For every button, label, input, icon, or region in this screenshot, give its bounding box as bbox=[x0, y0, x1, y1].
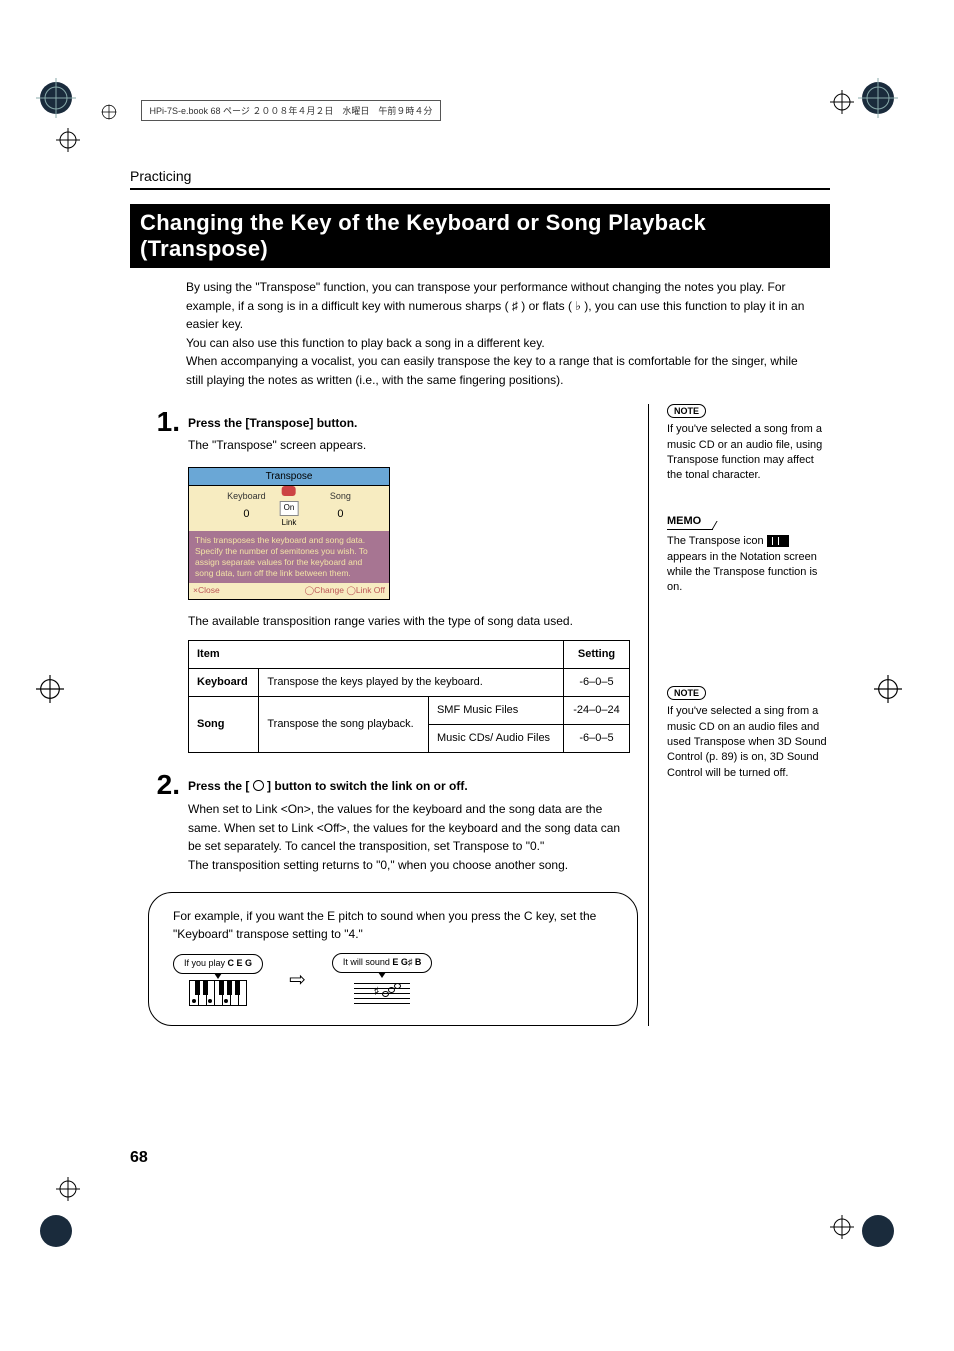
step-1: 1. Press the [Transpose] button. The "Tr… bbox=[130, 408, 630, 754]
step-heading: Press the [ ] button to switch the link … bbox=[188, 771, 630, 796]
screen-keyboard-label: Keyboard bbox=[227, 490, 266, 504]
example-text: For example, if you want the E pitch to … bbox=[173, 907, 613, 943]
intro-para: By using the "Transpose" function, you c… bbox=[186, 278, 806, 334]
example-box: For example, if you want the E pitch to … bbox=[148, 892, 638, 1026]
screen-linkoff: ◯Link Off bbox=[346, 585, 385, 595]
screen-song-value: 0 bbox=[330, 506, 351, 523]
table-cell: Song bbox=[189, 697, 259, 753]
screen-close: ×Close bbox=[193, 584, 220, 597]
transpose-range-table: Item Setting Keyboard Transpose the keys… bbox=[188, 640, 630, 753]
main-column: 1. Press the [Transpose] button. The "Tr… bbox=[130, 404, 649, 1026]
step-2: 2. Press the [ ] button to switch the li… bbox=[130, 771, 630, 874]
screen-link-icon: On Link bbox=[280, 486, 299, 529]
example-play-bubble: If you play C E G bbox=[173, 954, 263, 974]
memo-badge: MEMO bbox=[667, 514, 713, 530]
table-cell: Keyboard bbox=[189, 669, 259, 697]
screen-link-on: On bbox=[280, 501, 299, 515]
screen-description: This transposes the keyboard and song da… bbox=[189, 531, 389, 583]
arrow-right-icon: ⇨ bbox=[289, 965, 306, 995]
crop-mark-tr bbox=[858, 78, 898, 118]
table-cell: Transpose the keys played by the keyboar… bbox=[259, 669, 564, 697]
step-text: The "Transpose" screen appears. bbox=[188, 436, 630, 455]
intro-para: You can also use this function to play b… bbox=[186, 334, 806, 353]
note-badge: NOTE bbox=[667, 404, 706, 419]
crop-mark-bl bbox=[36, 1211, 76, 1251]
table-cell: -6–0–5 bbox=[564, 669, 630, 697]
page-number: 68 bbox=[130, 1149, 148, 1167]
screen-title: Transpose bbox=[189, 468, 389, 487]
transpose-icon bbox=[767, 535, 789, 547]
table-cell: Music CDs/ Audio Files bbox=[428, 725, 563, 753]
step-text: The transposition setting returns to "0,… bbox=[188, 856, 630, 875]
register-mark bbox=[874, 675, 902, 703]
table-cell: SMF Music Files bbox=[428, 697, 563, 725]
intro-para: When accompanying a vocalist, you can ea… bbox=[186, 352, 806, 389]
sidebar-column: NOTE If you've selected a song from a mu… bbox=[649, 404, 830, 1026]
circle-button-icon bbox=[253, 780, 264, 791]
register-mark bbox=[36, 675, 64, 703]
step-caption: The available transposition range varies… bbox=[188, 612, 630, 631]
table-cell: Transpose the song playback. bbox=[259, 697, 429, 753]
intro-text: By using the "Transpose" function, you c… bbox=[186, 278, 806, 390]
register-mark bbox=[830, 1215, 854, 1239]
note-badge: NOTE bbox=[667, 686, 706, 701]
sidebar-text: If you've selected a song from a music C… bbox=[667, 422, 830, 484]
table-header-setting: Setting bbox=[564, 641, 630, 669]
example-sound-bubble: It will sound E G♯ B bbox=[332, 953, 433, 973]
step-number: 2. bbox=[130, 771, 188, 874]
screen-link-label: Link bbox=[280, 517, 299, 529]
step-heading: Press the [Transpose] button. bbox=[188, 408, 630, 433]
table-header-item: Item bbox=[189, 641, 564, 669]
sidebar-note: NOTE If you've selected a song from a mu… bbox=[667, 404, 830, 484]
sidebar-memo: MEMO The Transpose icon appears in the N… bbox=[667, 514, 830, 596]
sidebar-text: If you've selected a sing from a music C… bbox=[667, 704, 830, 781]
crop-mark-br bbox=[858, 1211, 898, 1251]
register-mark bbox=[56, 128, 80, 152]
piano-icon bbox=[189, 980, 247, 1006]
register-mark bbox=[56, 1177, 80, 1201]
page-title: Changing the Key of the Keyboard or Song… bbox=[130, 204, 830, 268]
section-label: Practicing bbox=[130, 168, 830, 184]
crop-mark-tl bbox=[36, 78, 76, 118]
print-header: HPi-7S-e.book 68 ページ ２００８年４月２日 水曜日 午前９時４… bbox=[100, 100, 854, 121]
music-staff-icon: ♯ bbox=[354, 979, 410, 1007]
step-number: 1. bbox=[130, 408, 188, 754]
sidebar-note: NOTE If you've selected a sing from a mu… bbox=[667, 686, 830, 782]
step-text: When set to Link <On>, the values for th… bbox=[188, 800, 630, 856]
print-header-text: HPi-7S-e.book 68 ページ ２００８年４月２日 水曜日 午前９時４… bbox=[141, 100, 442, 121]
screen-keyboard-value: 0 bbox=[227, 506, 266, 523]
transpose-screen: Transpose Keyboard 0 On Link bbox=[188, 467, 390, 600]
divider bbox=[130, 188, 830, 190]
sidebar-text: The Transpose icon appears in the Notati… bbox=[667, 534, 830, 596]
table-cell: -24–0–24 bbox=[564, 697, 630, 725]
screen-song-label: Song bbox=[330, 490, 351, 504]
screen-change: ◯Change bbox=[305, 585, 344, 595]
page-content: Practicing Changing the Key of the Keybo… bbox=[130, 168, 830, 1026]
table-cell: -6–0–5 bbox=[564, 725, 630, 753]
